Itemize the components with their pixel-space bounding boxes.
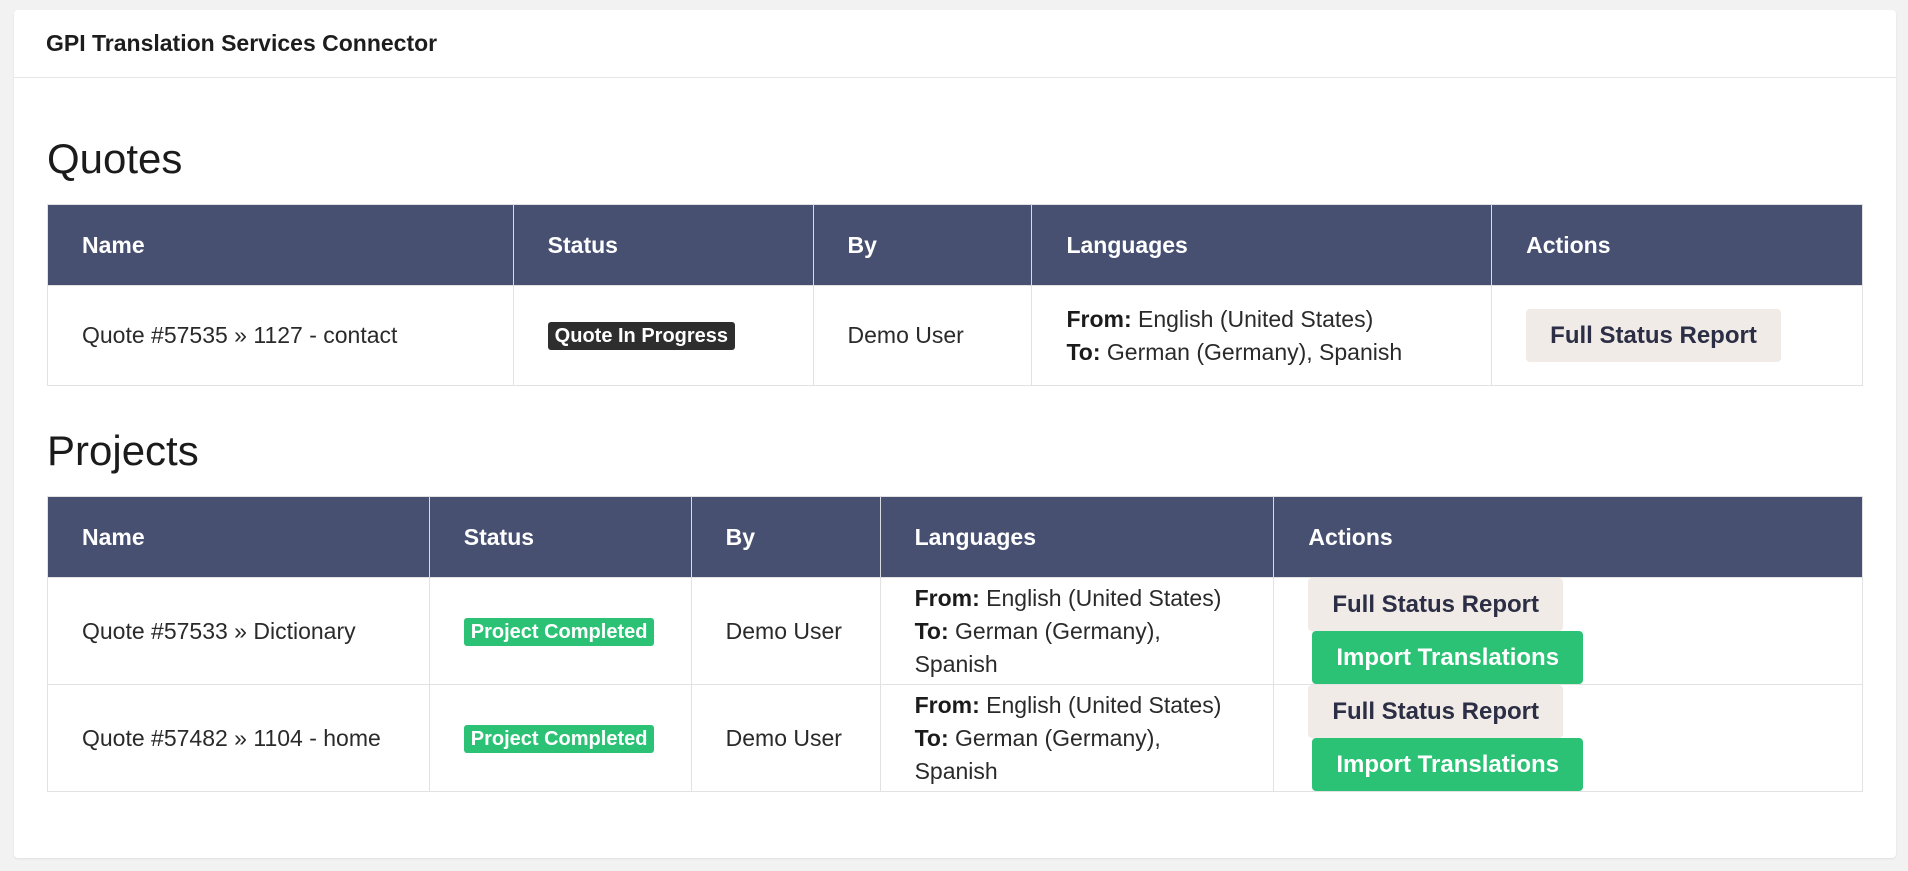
app-title: GPI Translation Services Connector xyxy=(46,30,438,56)
languages-cell: From: English (United States) To: German… xyxy=(1031,285,1493,386)
by-cell: Demo User xyxy=(691,684,881,792)
status-cell: Project Completed xyxy=(429,577,692,685)
by-cell: Demo User xyxy=(691,577,881,685)
projects-table: Name Status By Languages Actions Quote #… xyxy=(47,496,1863,792)
col-header-status: Status xyxy=(429,496,692,578)
quote-name: Quote #57535 » 1127 - contact xyxy=(47,285,514,386)
col-header-actions: Actions xyxy=(1526,231,1611,258)
quotes-heading: Quotes xyxy=(47,135,183,182)
actions-cell: Full Status ReportImport Translations xyxy=(1273,577,1863,685)
import-translations-button[interactable]: Import Translations xyxy=(1312,631,1584,684)
col-header-by: By xyxy=(691,496,881,578)
to-line: To: German (Germany), Spanish xyxy=(1066,336,1457,369)
col-header-name: Name xyxy=(47,204,514,286)
status-badge: Quote In Progress xyxy=(547,322,736,350)
to-line: To: German (Germany), Spanish xyxy=(915,722,1240,788)
table-row: Quote #57533 » Dictionary Project Comple… xyxy=(47,577,1863,685)
from-line: From: English (United States) xyxy=(1066,303,1457,336)
panel-header: GPI Translation Services Connector xyxy=(14,10,1896,78)
projects-header-row: Name Status By Languages Actions xyxy=(47,496,1863,578)
to-label: To: xyxy=(1066,338,1101,365)
status-badge: Project Completed xyxy=(463,617,655,646)
col-header-languages: Languages xyxy=(1031,204,1493,286)
connector-panel: GPI Translation Services Connector Quote… xyxy=(14,10,1896,858)
from-label: From: xyxy=(914,691,980,718)
to-label: To: xyxy=(914,724,949,751)
to-languages: German (Germany), Spanish xyxy=(914,617,1161,677)
full-status-report-button[interactable]: Full Status Report xyxy=(1308,685,1564,738)
from-label: From: xyxy=(1066,305,1132,332)
from-language: English (United States) xyxy=(986,691,1222,718)
import-translations-button[interactable]: Import Translations xyxy=(1312,738,1584,791)
projects-heading: Projects xyxy=(47,427,199,474)
actions-cell: Full Status Report xyxy=(1491,285,1863,386)
full-status-report-button[interactable]: Full Status Report xyxy=(1308,578,1564,631)
to-languages: German (Germany), Spanish xyxy=(1106,338,1403,365)
from-label: From: xyxy=(914,584,980,611)
from-language: English (United States) xyxy=(986,584,1222,611)
from-line: From: English (United States) xyxy=(915,689,1240,722)
to-label: To: xyxy=(914,617,949,644)
from-line: From: English (United States) xyxy=(915,582,1240,615)
full-status-report-button[interactable]: Full Status Report xyxy=(1526,309,1781,362)
languages-cell: From: English (United States) To: German… xyxy=(880,684,1275,792)
col-header-languages: Languages xyxy=(880,496,1275,578)
project-name: Quote #57533 » Dictionary xyxy=(47,577,430,685)
project-name: Quote #57482 » 1104 - home xyxy=(47,684,430,792)
quotes-section: Quotes Name Status By Languages Actions … xyxy=(14,130,1896,386)
quotes-table: Name Status By Languages Actions Quote #… xyxy=(47,204,1863,386)
col-header-actions: Actions xyxy=(1308,523,1393,550)
table-row: Quote #57535 » 1127 - contact Quote In P… xyxy=(47,285,1863,386)
projects-section: Projects Name Status By Languages Action… xyxy=(14,422,1896,792)
col-header-by: By xyxy=(813,204,1033,286)
to-line: To: German (Germany), Spanish xyxy=(915,615,1240,681)
by-cell: Demo User xyxy=(813,285,1033,386)
to-languages: German (Germany), Spanish xyxy=(914,724,1161,784)
table-row: Quote #57482 » 1104 - home Project Compl… xyxy=(47,684,1863,792)
from-language: English (United States) xyxy=(1138,305,1374,332)
quotes-header-row: Name Status By Languages Actions xyxy=(47,204,1863,286)
col-header-status: Status xyxy=(513,204,814,286)
status-cell: Project Completed xyxy=(429,684,692,792)
status-badge: Project Completed xyxy=(463,724,655,753)
status-cell: Quote In Progress xyxy=(513,285,814,386)
actions-cell: Full Status ReportImport Translations xyxy=(1273,684,1863,792)
languages-cell: From: English (United States) To: German… xyxy=(880,577,1275,685)
col-header-name: Name xyxy=(47,496,430,578)
